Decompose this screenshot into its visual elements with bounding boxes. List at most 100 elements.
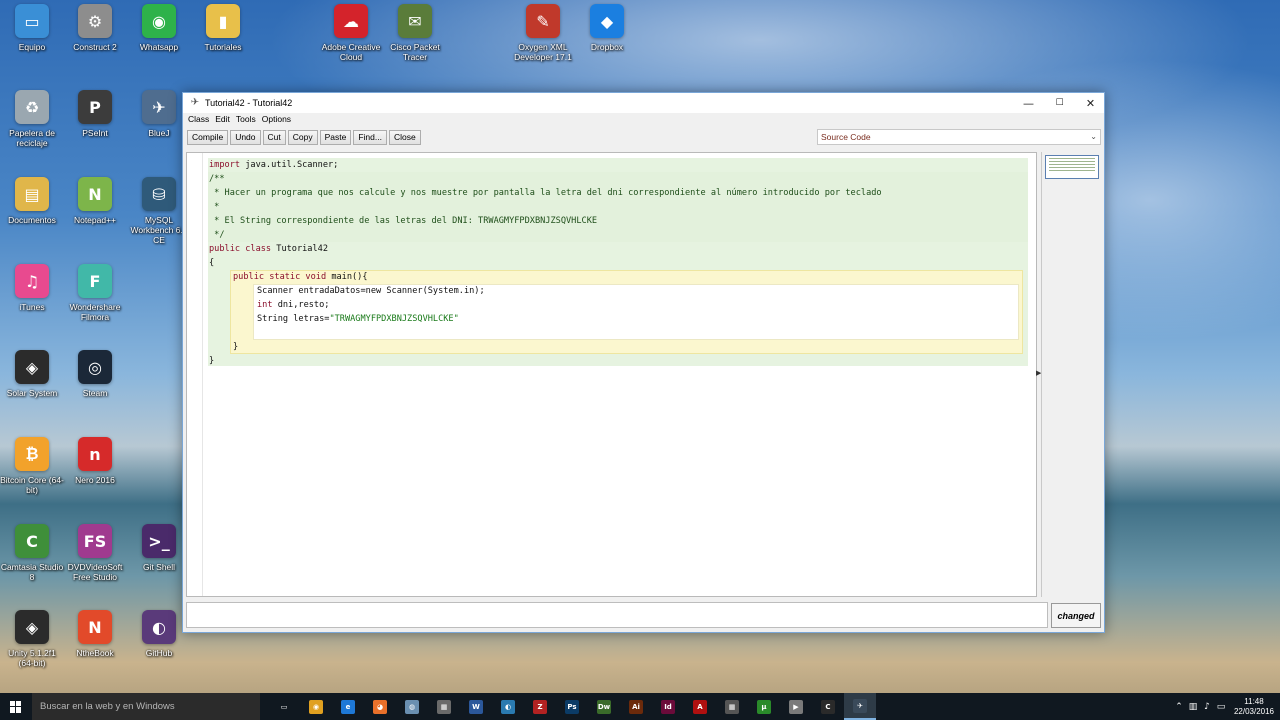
desktop-shortcut[interactable]: P PSeInt bbox=[63, 90, 127, 138]
taskbar-app-button[interactable]: ◉ bbox=[300, 693, 332, 720]
taskbar-app-button[interactable]: Dw bbox=[588, 693, 620, 720]
filezilla-icon: Z bbox=[533, 699, 547, 714]
taskbar-app-button[interactable]: Id bbox=[652, 693, 684, 720]
taskbar-app-button[interactable]: ▦ bbox=[716, 693, 748, 720]
desktop-shortcut[interactable]: FS DVDVideoSoft Free Studio bbox=[63, 524, 127, 582]
taskbar-app-button[interactable]: A bbox=[684, 693, 716, 720]
notifications-icon[interactable]: ▭ bbox=[1214, 702, 1228, 712]
desktop-shortcut[interactable]: ♫ iTunes bbox=[0, 264, 64, 312]
view-selector[interactable]: Source Code ⌄ bbox=[817, 129, 1101, 145]
taskbar-app-button[interactable]: C bbox=[812, 693, 844, 720]
desktop-shortcut-label: Tutoriales bbox=[204, 42, 242, 52]
desktop-shortcut[interactable]: ◉ Whatsapp bbox=[127, 4, 191, 52]
close-button[interactable]: Close bbox=[388, 129, 421, 145]
code-line: { bbox=[209, 258, 215, 268]
menu-options[interactable]: Options bbox=[259, 113, 294, 126]
desktop-shortcut[interactable]: ◎ Steam bbox=[63, 350, 127, 398]
menu-class[interactable]: Class bbox=[185, 113, 212, 126]
bluej-app-icon: ✈ bbox=[190, 97, 200, 108]
status-message-area bbox=[186, 602, 1048, 628]
taskbar-apps: ▭ ◉ e ◕ ◍ ▦ W ◐ Z Ps Dw Ai Id A ▦ µ ▶ C ✈ bbox=[268, 693, 876, 720]
taskbar-app-button[interactable]: Z bbox=[524, 693, 556, 720]
desktop-shortcut[interactable]: ✎ Oxygen XML Developer 17.1 bbox=[511, 4, 575, 62]
taskbar-app-button[interactable]: W bbox=[460, 693, 492, 720]
desktop-shortcut-label: PSeInt bbox=[82, 128, 108, 138]
filmora-icon: F bbox=[78, 264, 112, 298]
recycle-bin-icon: ♻ bbox=[15, 90, 49, 124]
minimap-thumbnail[interactable] bbox=[1045, 155, 1099, 179]
desktop-shortcut[interactable]: ▭ Equipo bbox=[0, 4, 64, 52]
unity-icon: ◈ bbox=[15, 610, 49, 644]
taskbar-app-button[interactable]: ▦ bbox=[428, 693, 460, 720]
desktop-shortcut-label: Cisco Packet Tracer bbox=[390, 42, 440, 62]
taskbar-app-button[interactable]: e bbox=[332, 693, 364, 720]
calculator-icon: ▦ bbox=[725, 699, 739, 714]
menu-tools[interactable]: Tools bbox=[233, 113, 259, 126]
code-line: * Hacer un programa que nos calcule y no… bbox=[209, 188, 882, 198]
desktop-shortcut-label: Nero 2016 bbox=[75, 475, 115, 485]
taskbar-app-button[interactable]: ✈ bbox=[844, 693, 876, 720]
code-line: int dni,resto; bbox=[257, 300, 330, 310]
taskbar-app-button[interactable]: ▭ bbox=[268, 693, 300, 720]
desktop-shortcut[interactable]: ◈ Unity 5.1.2f1 (64-bit) bbox=[0, 610, 64, 668]
desktop-shortcut-label: Bitcoin Core (64-bit) bbox=[0, 475, 64, 495]
menu-edit[interactable]: Edit bbox=[212, 113, 233, 126]
code-line: * El String correspondiente de las letra… bbox=[209, 216, 598, 226]
desktop-shortcut[interactable]: F Wondershare Filmora bbox=[63, 264, 127, 322]
desktop-shortcut[interactable]: ▮ Tutoriales bbox=[191, 4, 255, 52]
desktop-shortcut-label: Steam bbox=[82, 388, 108, 398]
packet-tracer-icon: ✉ bbox=[398, 4, 432, 38]
network-icon[interactable]: ▥ bbox=[1186, 702, 1200, 712]
desktop-shortcut[interactable]: ⚙ Construct 2 bbox=[63, 4, 127, 52]
desktop-shortcut[interactable]: ✉ Cisco Packet Tracer bbox=[383, 4, 447, 62]
minimize-button[interactable]: — bbox=[1013, 93, 1044, 113]
volume-icon[interactable]: ♪ bbox=[1200, 702, 1214, 712]
desktop-shortcut-label: Whatsapp bbox=[139, 42, 179, 52]
find-button[interactable]: Find... bbox=[353, 129, 387, 145]
title-bar[interactable]: ✈ Tutorial42 - Tutorial42 — ☐ ✕ bbox=[183, 93, 1104, 113]
code-line: } bbox=[233, 342, 239, 352]
desktop-shortcut[interactable]: ▤ Documentos bbox=[0, 177, 64, 225]
compile-button[interactable]: Compile bbox=[187, 129, 229, 145]
taskbar-app-button[interactable]: ◐ bbox=[492, 693, 524, 720]
taskbar-search-input[interactable]: Buscar en la web y en Windows bbox=[32, 693, 260, 720]
git-shell-icon: >_ bbox=[142, 524, 176, 558]
task-view-icon: ▭ bbox=[277, 699, 291, 714]
taskbar-app-button[interactable]: ◍ bbox=[396, 693, 428, 720]
desktop-shortcut[interactable]: ◆ Dropbox bbox=[575, 4, 639, 52]
taskbar-app-button[interactable]: µ bbox=[748, 693, 780, 720]
paste-button[interactable]: Paste bbox=[319, 129, 352, 145]
desktop-shortcut[interactable]: ₿ Bitcoin Core (64-bit) bbox=[0, 437, 64, 495]
taskbar-app-button[interactable]: Ai bbox=[620, 693, 652, 720]
desktop-shortcut[interactable]: ◈ Solar System bbox=[0, 350, 64, 398]
cut-button[interactable]: Cut bbox=[262, 129, 286, 145]
chrome-icon: ◉ bbox=[142, 4, 176, 38]
desktop-shortcut[interactable]: ♻ Papelera de reciclaje bbox=[0, 90, 64, 148]
desktop-shortcut[interactable]: ☁ Adobe Creative Cloud bbox=[319, 4, 383, 62]
code-line: String letras="TRWAGMYFPDXBNJZSQVHLCKE" bbox=[257, 314, 459, 324]
documents-icon: ▤ bbox=[15, 177, 49, 211]
desktop-shortcut[interactable]: N NtheBook bbox=[63, 610, 127, 658]
undo-button[interactable]: Undo bbox=[230, 129, 261, 145]
navigation-view bbox=[1041, 152, 1101, 597]
taskbar-app-button[interactable]: Ps bbox=[556, 693, 588, 720]
desktop-shortcut[interactable]: n Nero 2016 bbox=[63, 437, 127, 485]
code-editor[interactable]: import java.util.Scanner; /** * Hacer un… bbox=[186, 152, 1037, 597]
taskbar-app-button[interactable]: ◕ bbox=[364, 693, 396, 720]
app-icon: ◐ bbox=[501, 699, 515, 714]
maximize-button[interactable]: ☐ bbox=[1044, 93, 1075, 113]
desktop-shortcut-label: Construct 2 bbox=[73, 42, 117, 52]
close-window-button[interactable]: ✕ bbox=[1075, 93, 1106, 113]
code-line: public static void main(){ bbox=[233, 272, 368, 282]
bluej-editor-window: ✈ Tutorial42 - Tutorial42 — ☐ ✕ Class Ed… bbox=[182, 92, 1105, 633]
taskbar-app-button[interactable]: ▶ bbox=[780, 693, 812, 720]
code-line: } bbox=[209, 356, 215, 366]
desktop-shortcut[interactable]: N Notepad++ bbox=[63, 177, 127, 225]
copy-button[interactable]: Copy bbox=[287, 129, 318, 145]
desktop-shortcut[interactable]: C Camtasia Studio 8 bbox=[0, 524, 64, 582]
photoshop-icon: Ps bbox=[565, 699, 579, 714]
chevron-up-icon[interactable]: ⌃ bbox=[1172, 702, 1186, 712]
bluej-icon: ✈ bbox=[853, 698, 867, 713]
clock[interactable]: 11:48 22/03/2016 bbox=[1228, 697, 1280, 717]
start-button[interactable] bbox=[0, 693, 32, 720]
